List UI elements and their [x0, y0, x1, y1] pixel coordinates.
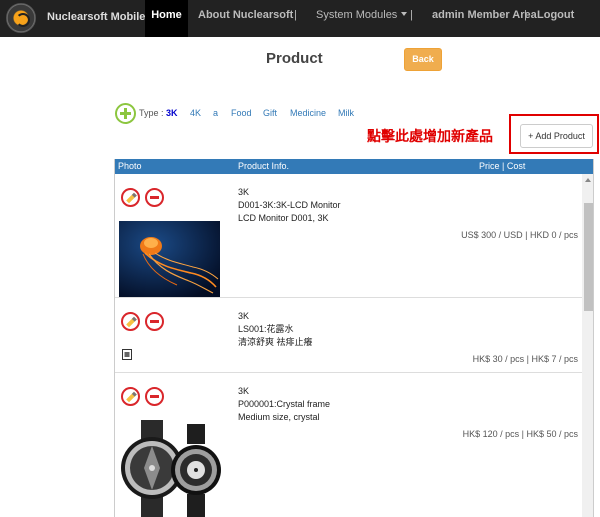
nav-separator: | — [410, 9, 413, 21]
top-navbar: Nuclearsoft Mobile ERP Home About Nuclea… — [0, 0, 600, 37]
product-type: 3K — [238, 386, 250, 396]
add-product-button[interactable]: + Add Product — [520, 124, 593, 148]
delete-icon[interactable] — [145, 387, 164, 406]
header-price-cost: Price | Cost — [479, 161, 526, 171]
type-filter-4k[interactable]: 4K — [190, 108, 201, 118]
product-type: 3K — [238, 187, 250, 197]
page-title: Product — [266, 50, 323, 67]
product-code: LS001:花露水 — [238, 324, 294, 334]
type-filter-medicine[interactable]: Medicine — [290, 108, 326, 118]
type-filter-milk[interactable]: Milk — [338, 108, 354, 118]
nav-about[interactable]: About Nuclearsoft — [198, 0, 293, 37]
product-price: HK$ 120 / pcs | HK$ 50 / pcs — [462, 429, 578, 439]
product-photo-watches — [119, 420, 223, 517]
type-filter-3k[interactable]: 3K — [166, 108, 178, 118]
nuclearsoft-logo-icon[interactable] — [6, 3, 36, 33]
edit-icon[interactable] — [121, 188, 140, 207]
product-price: US$ 300 / USD | HKD 0 / pcs — [461, 230, 578, 240]
product-code: P000001:Crystal frame — [238, 399, 331, 409]
product-description: 清涼舒爽 祛痱止癢 — [238, 337, 313, 347]
product-description: LCD Monitor D001, 3K — [238, 213, 329, 223]
product-type: 3K — [238, 311, 250, 321]
table-scrollbar[interactable] — [582, 174, 593, 517]
delete-icon[interactable] — [145, 188, 164, 207]
type-filter-gift[interactable]: Gift — [263, 108, 277, 118]
scroll-up-arrow-icon[interactable] — [585, 178, 591, 182]
table-row: 3K D001-3K:3K-LCD Monitor LCD Monitor D0… — [115, 174, 582, 298]
edit-icon[interactable] — [121, 312, 140, 331]
table-row: 3K LS001:花露水 清涼舒爽 祛痱止癢 HK$ 30 / pcs | HK… — [115, 298, 582, 373]
product-description: Medium size, crystal — [238, 412, 320, 422]
add-type-icon[interactable] — [115, 103, 136, 124]
nav-system-modules[interactable]: System Modules — [316, 0, 408, 37]
nav-separator: | — [294, 9, 297, 21]
nav-system-modules-label: System Modules — [316, 9, 398, 21]
nav-member-area[interactable]: admin Member Area — [432, 0, 537, 37]
type-label: Type : — [139, 108, 164, 118]
delete-icon[interactable] — [145, 312, 164, 331]
product-photo-jellyfish — [119, 221, 220, 297]
product-price: HK$ 30 / pcs | HK$ 7 / pcs — [472, 354, 578, 364]
scrollbar-thumb[interactable] — [584, 203, 593, 311]
back-button[interactable]: Back — [404, 48, 442, 71]
table-row: 3K P000001:Crystal frame Medium size, cr… — [115, 373, 582, 517]
nav-separator: | — [524, 9, 527, 21]
header-photo: Photo — [118, 161, 142, 171]
table-header: Photo Product Info. Price | Cost — [115, 159, 593, 174]
edit-icon[interactable] — [121, 387, 140, 406]
type-filter-a[interactable]: a — [213, 108, 218, 118]
broken-image-icon — [122, 349, 132, 360]
nav-home[interactable]: Home — [145, 0, 188, 37]
product-code: D001-3K:3K-LCD Monitor — [238, 200, 341, 210]
type-filter-food[interactable]: Food — [231, 108, 252, 118]
product-table: Photo Product Info. Price | Cost 3K D001… — [114, 159, 594, 517]
nav-logout[interactable]: Logout — [537, 0, 574, 37]
add-product-annotation: 點擊此處增加新產品 — [367, 128, 493, 144]
header-product-info: Product Info. — [238, 161, 290, 171]
caret-down-icon — [401, 12, 408, 16]
